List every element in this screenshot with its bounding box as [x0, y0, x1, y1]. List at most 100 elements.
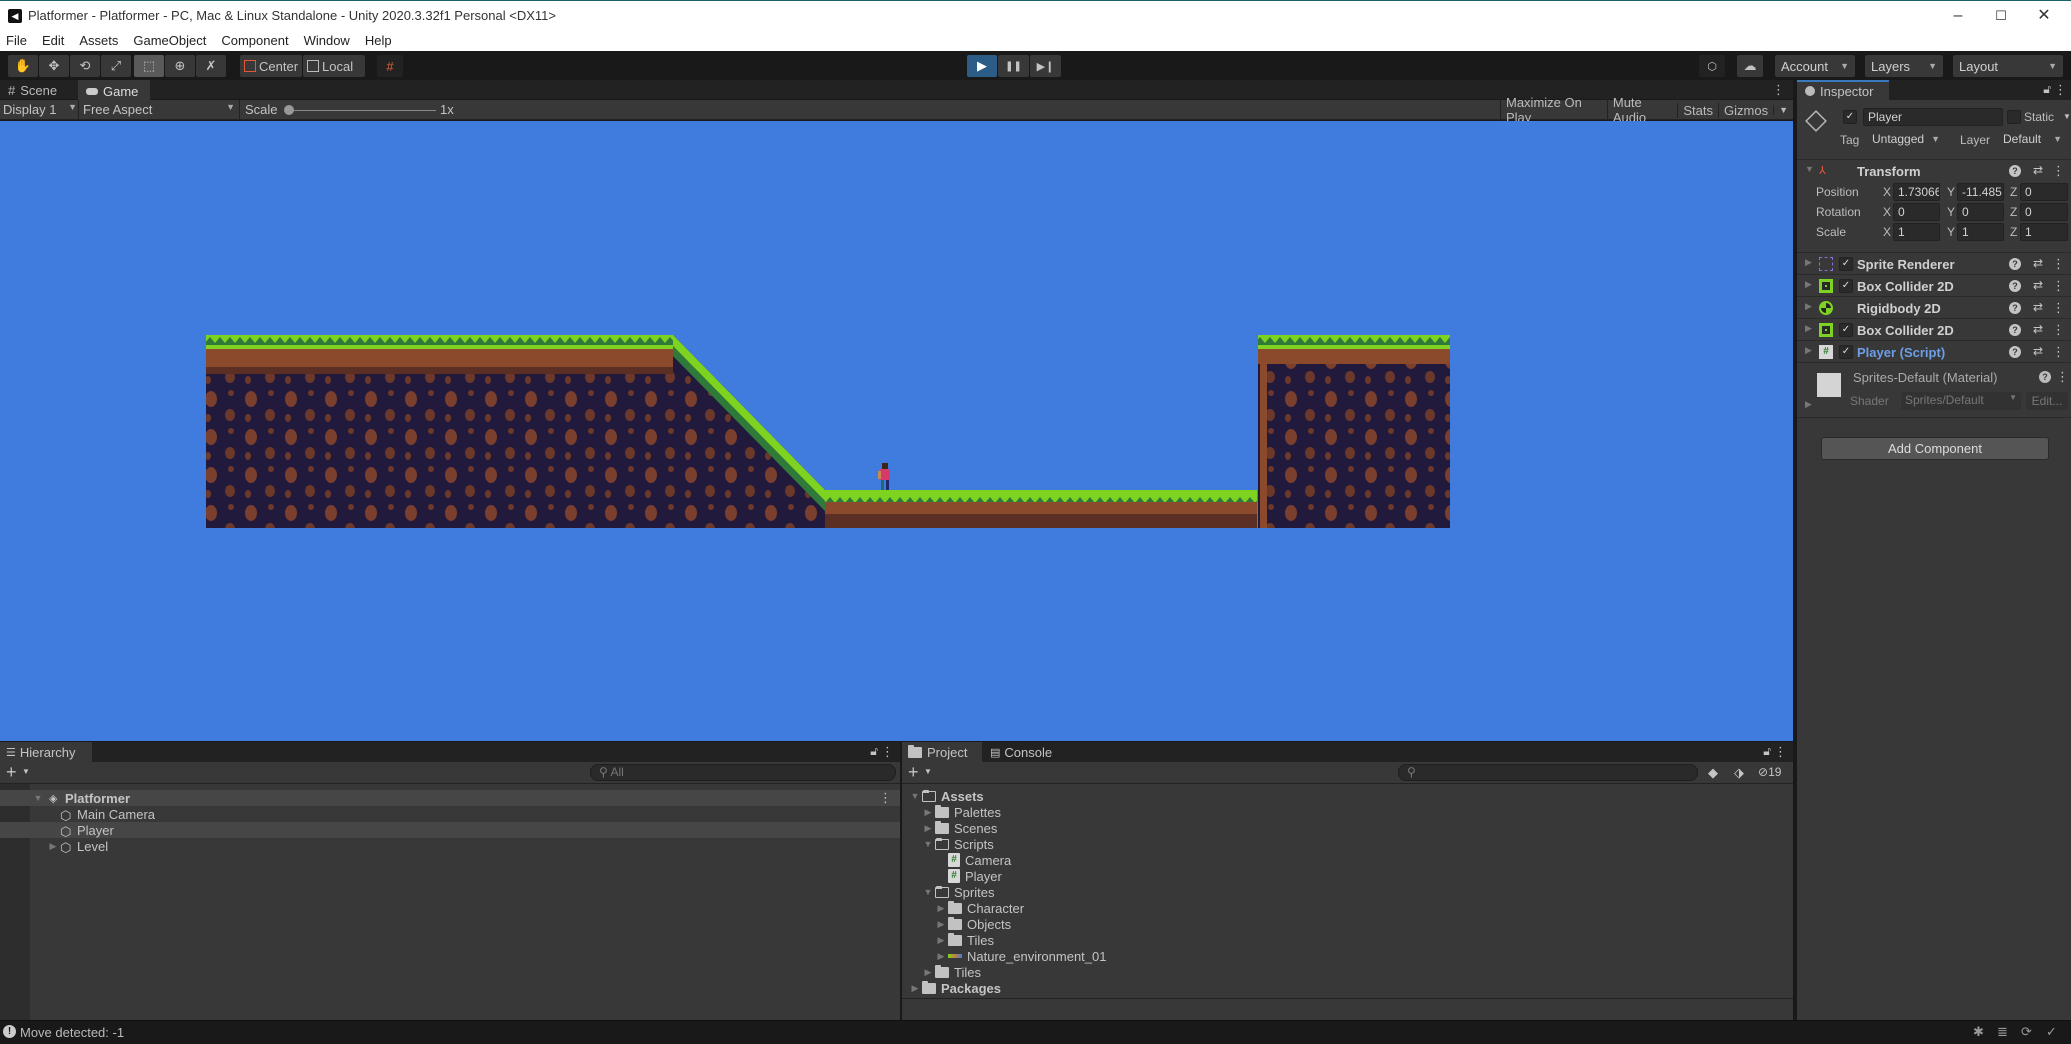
create-plus-icon[interactable]: + [908, 762, 919, 782]
progress-check-icon[interactable]: ✓ [2046, 1024, 2057, 1040]
tab-game[interactable]: Game [78, 80, 150, 100]
scale-y-field[interactable]: 1 [1957, 223, 2004, 241]
gizmos-dropdown[interactable]: ▼ [1773, 105, 1793, 115]
help-icon[interactable]: ? [2039, 371, 2051, 383]
filter-by-label-icon[interactable]: ⬗ [1734, 765, 1744, 781]
menu-component[interactable]: Component [221, 33, 288, 48]
chevron-down-icon[interactable]: ▼ [924, 767, 932, 776]
rotate-tool-button[interactable]: ⟲ [70, 55, 100, 77]
transform-component-header[interactable]: ▼ ⅄ Transform ? ⇄ ⋮ [1797, 159, 2071, 181]
rotation-x-field[interactable]: 0 [1893, 203, 1940, 221]
preset-icon[interactable]: ⇄ [2033, 344, 2043, 358]
help-icon[interactable]: ? [2009, 324, 2021, 336]
help-icon[interactable]: ? [2009, 165, 2021, 177]
pivot-local-button[interactable]: Local [303, 55, 365, 77]
project-tree-item[interactable]: # Player [934, 868, 1002, 884]
rotation-z-field[interactable]: 0 [2020, 203, 2068, 221]
expand-arrow-icon[interactable]: ▶ [934, 935, 948, 946]
position-x-field[interactable]: 1.73066 [1893, 183, 1940, 201]
menu-edit[interactable]: Edit [42, 33, 64, 48]
project-tree-item[interactable]: ▶ Scenes [921, 820, 997, 836]
more-options-icon[interactable]: ⋮ [1774, 744, 1787, 760]
menu-gameobject[interactable]: GameObject [133, 33, 206, 48]
project-tree-item[interactable]: ▼ Sprites [921, 884, 995, 900]
preset-icon[interactable]: ⇄ [2033, 322, 2043, 336]
expand-arrow-icon[interactable]: ▶ [934, 919, 948, 930]
more-options-icon[interactable]: ⋮ [2052, 300, 2065, 316]
menu-file[interactable]: File [6, 33, 27, 48]
snap-button[interactable]: # [377, 55, 403, 77]
tab-scene[interactable]: # Scene [0, 80, 65, 100]
account-dropdown[interactable]: Account ▼ [1775, 55, 1855, 77]
scale-z-field[interactable]: 1 [2020, 223, 2068, 241]
pause-button[interactable]: ❚❚ [998, 55, 1029, 77]
collapse-arrow-icon[interactable]: ▼ [908, 791, 922, 801]
expand-arrow-icon[interactable]: ▶ [908, 983, 922, 994]
debug-bug-icon[interactable]: ✱ [1973, 1024, 1984, 1040]
lock-icon[interactable]: 🔓︎ [1763, 744, 1771, 759]
scale-tool-button[interactable]: ⤢ [101, 55, 131, 77]
filter-by-type-icon[interactable]: ◆ [1708, 765, 1718, 781]
expand-arrow-icon[interactable]: ▶ [921, 823, 935, 834]
scale-x-field[interactable]: 1 [1893, 223, 1940, 241]
scale-slider-thumb[interactable] [284, 105, 294, 115]
expand-arrow-icon[interactable]: ▶ [921, 807, 935, 818]
project-tree-item[interactable]: ▶ Tiles [921, 964, 981, 980]
static-label[interactable]: Static [2024, 110, 2054, 124]
gizmos-toggle[interactable]: Gizmos [1718, 102, 1773, 118]
project-tree-item[interactable]: ▶ Objects [934, 916, 1011, 932]
shader-dropdown[interactable]: Sprites/Default ▼ [1901, 392, 2021, 410]
position-y-field[interactable]: -11.485 [1957, 183, 2004, 201]
hand-tool-button[interactable]: ✋ [8, 55, 38, 77]
hierarchy-item[interactable]: ⬡ Player [0, 822, 900, 839]
layers-dropdown[interactable]: Layers ▼ [1865, 55, 1943, 77]
component-enabled-checkbox[interactable]: ✓ [1839, 323, 1853, 337]
more-options-icon[interactable]: ⋮ [1772, 82, 1785, 98]
position-z-field[interactable]: 0 [2020, 183, 2068, 201]
tab-console[interactable]: ▤ Console [990, 742, 1052, 762]
collapse-arrow-icon[interactable]: ▼ [31, 793, 45, 803]
layout-dropdown[interactable]: Layout ▼ [1953, 55, 2063, 77]
preset-icon[interactable]: ⇄ [2033, 278, 2043, 292]
sprite-renderer-component[interactable]: ▶ ✓ Sprite Renderer ? ⇄ ⋮ [1797, 252, 2071, 274]
chevron-down-icon[interactable]: ▼ [22, 767, 30, 776]
hierarchy-item[interactable]: ▶ ⬡ Level [0, 838, 900, 856]
tab-inspector[interactable]: Inspector [1797, 80, 1889, 100]
expand-arrow-icon[interactable]: ▶ [1805, 399, 1812, 410]
menu-window[interactable]: Window [304, 33, 350, 48]
tag-dropdown[interactable]: Untagged ▼ [1866, 130, 1946, 148]
project-tree-item[interactable]: ▼ Assets [908, 788, 984, 804]
rect-tool-button[interactable]: ⬚ [134, 55, 164, 77]
component-enabled-checkbox[interactable]: ✓ [1839, 257, 1853, 271]
auto-refresh-icon[interactable]: ⟳ [2021, 1024, 2032, 1040]
more-options-icon[interactable]: ⋮ [2052, 163, 2065, 179]
gameobject-cube-icon[interactable] [1805, 110, 1827, 132]
active-checkbox[interactable]: ✓ [1843, 110, 1857, 124]
transform-tool-button[interactable]: ⊕ [165, 55, 195, 77]
hierarchy-search-input[interactable]: ⚲ All [590, 764, 896, 781]
more-options-icon[interactable]: ⋮ [2052, 256, 2065, 272]
more-options-icon[interactable]: ⋮ [2054, 82, 2067, 98]
tab-project[interactable]: Project [902, 742, 982, 762]
more-options-icon[interactable]: ⋮ [2052, 322, 2065, 338]
more-options-icon[interactable]: ⋮ [881, 744, 894, 760]
collapse-arrow-icon[interactable]: ▼ [921, 887, 935, 897]
move-tool-button[interactable]: ✥ [39, 55, 69, 77]
box-collider-2d-component[interactable]: ▶ ✓ Box Collider 2D ? ⇄ ⋮ [1797, 274, 2071, 296]
game-view[interactable] [0, 121, 1793, 741]
play-button[interactable]: ▶ [967, 55, 997, 77]
aspect-dropdown[interactable]: Free Aspect ▼ [83, 102, 235, 117]
scene-row[interactable]: ▼ ◈ Platformer ⋮ [0, 790, 900, 806]
minimize-button[interactable]: – [1938, 5, 1978, 27]
project-tree-item[interactable]: ▶ Packages [908, 980, 1001, 996]
scale-slider-track[interactable] [286, 110, 436, 111]
more-options-icon[interactable]: ⋮ [2052, 278, 2065, 294]
help-icon[interactable]: ? [2009, 302, 2021, 314]
custom-tool-button[interactable]: ✗ [196, 55, 226, 77]
project-tree-item[interactable]: ▶ Character [934, 900, 1024, 916]
collab-button[interactable]: ⬡ [1699, 55, 1725, 77]
menu-help[interactable]: Help [365, 33, 392, 48]
create-plus-icon[interactable]: + [6, 762, 17, 782]
preset-icon[interactable]: ⇄ [2033, 300, 2043, 314]
stats-toggle[interactable]: Stats [1677, 102, 1718, 118]
